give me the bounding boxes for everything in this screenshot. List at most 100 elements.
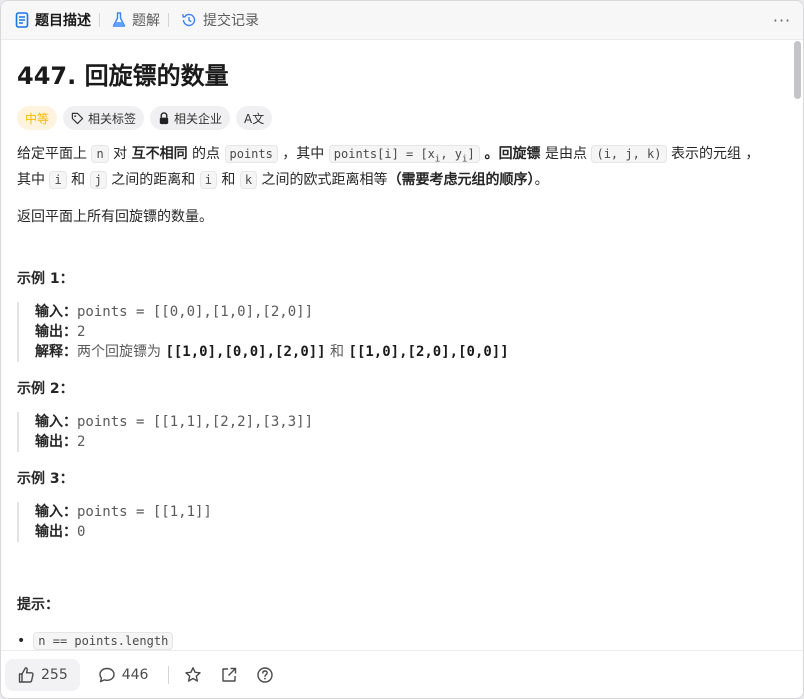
- tab-solutions[interactable]: 题解: [100, 1, 168, 39]
- desc-text: 。: [534, 172, 549, 189]
- code-part: , y: [440, 147, 463, 161]
- bold-distinct: 互不相同: [131, 146, 188, 162]
- input-value: points = [[1,1],[2,2],[3,3]]: [77, 414, 314, 431]
- code-i: i: [199, 171, 217, 190]
- output-label: 输出：: [35, 324, 77, 341]
- code-part: points[i] = [x: [333, 147, 435, 161]
- tab-solutions-label: 题解: [132, 13, 160, 29]
- explain-boomerang-2: [[1,0],[2,0],[0,0]]: [348, 344, 509, 361]
- code-points: points: [224, 145, 278, 163]
- scrollbar[interactable]: [791, 40, 801, 650]
- output-label: 输出：: [35, 524, 77, 541]
- output-value: 2: [77, 434, 86, 451]
- code-k: k: [239, 171, 258, 190]
- input-label: 输入：: [35, 414, 77, 431]
- like-count: 255: [41, 666, 68, 683]
- bullet: •: [17, 633, 26, 650]
- code-n: n: [91, 145, 109, 163]
- tab-submissions[interactable]: 提交记录: [169, 1, 267, 39]
- problem-title: 447. 回旋镖的数量: [17, 62, 229, 90]
- bold-boomerang: 回旋镖: [498, 146, 541, 162]
- scrollbar-thumb[interactable]: [794, 41, 801, 99]
- explain-boomerang-1: [[1,0],[0,0],[2,0]]: [165, 344, 326, 361]
- comment-icon: [99, 667, 115, 682]
- code-points-i: points[i] = [xi, yi]: [328, 145, 480, 164]
- share-icon: [222, 667, 237, 682]
- example-output-line: 输出：2: [35, 432, 773, 452]
- comment-count: 446: [121, 666, 149, 683]
- document-icon: [15, 12, 29, 28]
- tag-icon: [71, 112, 84, 124]
- translate-icon: A文: [244, 111, 265, 126]
- related-companies-button[interactable]: 相关企业: [150, 106, 231, 130]
- example-3-title: 示例 3：: [17, 471, 74, 488]
- example-2: 输入：points = [[1,1],[2,2],[3,3]] 输出：2: [17, 412, 773, 453]
- desc-text: 之间的距离和: [106, 172, 200, 189]
- share-button[interactable]: [213, 659, 245, 691]
- output-value: 0: [77, 524, 86, 541]
- explain-and: 和: [325, 344, 349, 361]
- example-input-line: 输入：points = [[1,1]]: [35, 502, 773, 522]
- desc-text: ，其中: [277, 146, 329, 162]
- example-input-line: 输入：points = [[1,1],[2,2],[3,3]]: [35, 412, 773, 432]
- thumbs-up-icon: [18, 666, 34, 683]
- desc-text: 给定平面上: [17, 146, 92, 162]
- example-input-line: 输入：points = [[0,0],[1,0],[2,0]]: [35, 302, 773, 322]
- question-icon: [257, 666, 274, 683]
- code-part: ]: [467, 147, 475, 161]
- example-1: 输入：points = [[0,0],[1,0],[2,0]] 输出：2 解释：…: [17, 302, 773, 363]
- desc-text: 之间的欧式距离相等: [257, 172, 388, 189]
- input-value: points = [[0,0],[1,0],[2,0]]: [77, 304, 314, 321]
- code-j: j: [89, 171, 107, 190]
- more-options-icon[interactable]: ···: [771, 9, 793, 31]
- input-label: 输入：: [35, 304, 77, 321]
- problem-description: 给定平面上 n 对 互不相同 的点 points ，其中 points[i] =…: [17, 144, 773, 191]
- desc-text: 和: [66, 172, 90, 189]
- hints-title: 提示：: [17, 597, 59, 614]
- code-i: i: [49, 171, 67, 190]
- tag-row: 中等 相关标签 相关企业 A文: [17, 106, 773, 130]
- related-tags-label: 相关标签: [88, 111, 137, 126]
- lock-icon: [159, 111, 169, 124]
- flask-icon: [112, 12, 126, 27]
- explain-text: 两个回旋镖为: [77, 344, 166, 361]
- help-button[interactable]: [249, 659, 281, 691]
- desc-text: 和: [216, 172, 240, 189]
- desc-text: 。: [479, 146, 499, 162]
- explain-label: 解释：: [35, 344, 77, 361]
- example-output-line: 输出：0: [35, 522, 773, 542]
- description-content: 447. 回旋镖的数量 中等 相关标签 相关企业 A文 给定平面上 n 对 互不…: [1, 40, 789, 650]
- hint-code: n == points.length: [33, 632, 174, 650]
- related-tags-button[interactable]: 相关标签: [63, 106, 145, 130]
- bottom-divider: [168, 665, 170, 684]
- output-value: 2: [77, 324, 86, 341]
- input-value: points = [[1,1]]: [77, 504, 212, 521]
- bottom-action-bar: 255 446: [1, 650, 803, 698]
- like-button[interactable]: 255: [5, 658, 80, 691]
- example-1-title: 示例 1：: [17, 271, 74, 288]
- difficulty-badge: 中等: [17, 106, 58, 130]
- example-explain-line: 解释：两个回旋镖为 [[1,0],[0,0],[2,0]] 和 [[1,0],[…: [35, 342, 773, 362]
- difficulty-label: 中等: [25, 111, 50, 126]
- star-icon: [185, 666, 202, 682]
- favorite-button[interactable]: [177, 659, 209, 691]
- desc-text: 是由点: [540, 146, 592, 162]
- tab-bar: 题目描述 题解 提交记录 ···: [1, 1, 803, 40]
- desc-text: 的点: [187, 146, 225, 162]
- code-tuple: (i, j, k): [591, 145, 667, 163]
- tab-description-label: 题目描述: [35, 13, 91, 29]
- translate-button[interactable]: A文: [236, 106, 273, 130]
- example-3: 输入：points = [[1,1]] 输出：0: [17, 502, 773, 543]
- example-2-title: 示例 2：: [17, 381, 74, 398]
- tab-submissions-label: 提交记录: [203, 13, 259, 29]
- desc-text: 对: [108, 146, 132, 162]
- hint-item: • n == points.length: [17, 632, 773, 650]
- example-output-line: 输出：2: [35, 322, 773, 342]
- history-icon: [182, 13, 196, 27]
- tab-description[interactable]: 题目描述: [1, 1, 99, 39]
- output-label: 输出：: [35, 434, 77, 451]
- problem-panel: 题目描述 题解 提交记录 ··· 447. 回旋镖的数量 中等 相关标签 相关企…: [0, 0, 804, 699]
- related-companies-label: 相关企业: [174, 111, 223, 126]
- bold-order: （需要考虑元组的顺序）: [387, 172, 535, 189]
- comments-button[interactable]: 446: [86, 659, 161, 691]
